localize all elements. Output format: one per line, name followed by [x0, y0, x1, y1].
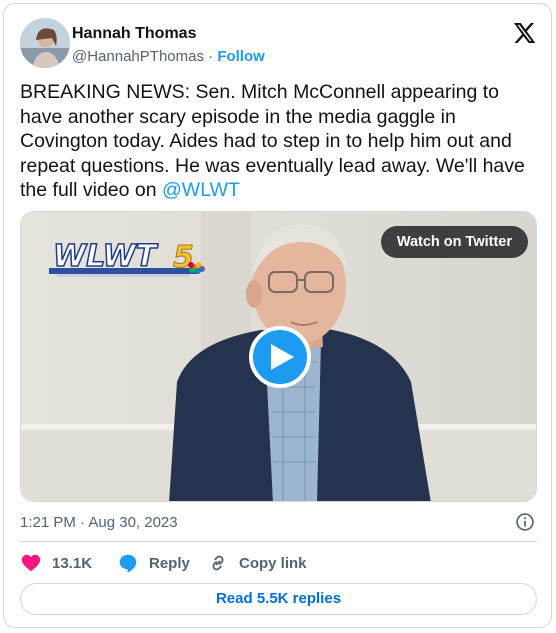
wlwt-logo-graphic: WLWT 5	[49, 238, 205, 277]
author-name[interactable]: Hannah Thomas	[72, 25, 196, 43]
copy-link-label: Copy link	[239, 554, 307, 572]
mention-link[interactable]: @WLWT	[162, 179, 240, 201]
watch-on-twitter-button[interactable]: Watch on Twitter	[380, 226, 528, 258]
wlwt-logo: WLWT 5	[49, 236, 209, 285]
reply-button[interactable]: Reply	[117, 552, 190, 574]
reply-label: Reply	[149, 554, 190, 572]
copy-link-button[interactable]: Copy link	[207, 552, 307, 574]
tweet-body: BREAKING NEWS: Sen. Mitch McConnell appe…	[20, 81, 525, 201]
wlwt-logo-text: WLWT	[53, 239, 159, 274]
x-logo-icon[interactable]	[512, 21, 536, 45]
play-icon	[271, 344, 294, 370]
divider	[20, 541, 537, 542]
heart-icon	[21, 554, 41, 572]
video-player[interactable]: WLWT 5 Watch on Twitter	[20, 211, 537, 502]
link-icon	[212, 555, 224, 571]
separator-dot: ·	[208, 48, 214, 65]
info-icon[interactable]	[515, 512, 535, 532]
read-replies-button[interactable]: Read 5.5K replies	[20, 583, 537, 615]
follow-button[interactable]: Follow	[217, 48, 265, 65]
avatar[interactable]	[20, 18, 70, 68]
play-button[interactable]	[249, 326, 311, 388]
reply-bubble-icon	[119, 554, 137, 573]
author-handle-row: @HannahPThomas · Follow	[72, 48, 265, 65]
tweet-timestamp[interactable]: 1:21 PM · Aug 30, 2023	[20, 514, 178, 531]
author-handle[interactable]: @HannahPThomas	[72, 48, 204, 65]
avatar-photo	[20, 18, 70, 68]
tweet-text: BREAKING NEWS: Sen. Mitch McConnell appe…	[20, 80, 540, 203]
tweet-card: Hannah Thomas @HannahPThomas · Follow BR…	[3, 3, 552, 628]
like-button[interactable]: 13.1K	[20, 552, 92, 574]
like-count: 13.1K	[52, 554, 93, 572]
nbc-peacock-icon	[188, 262, 205, 274]
